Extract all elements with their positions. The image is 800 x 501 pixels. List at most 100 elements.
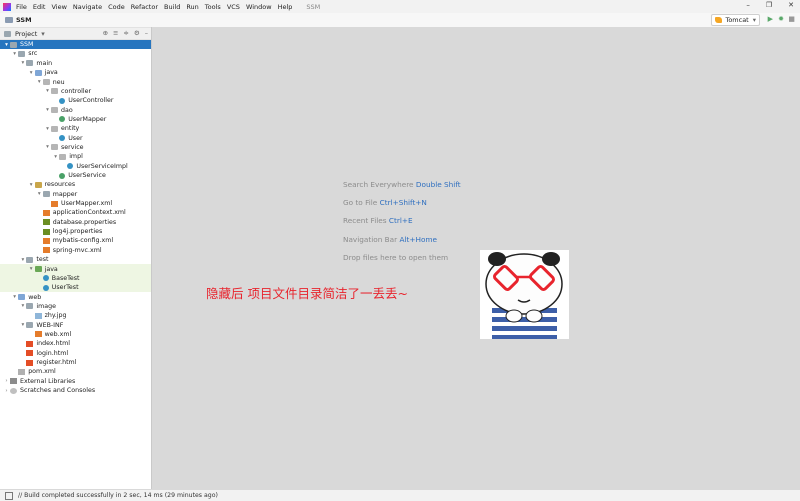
menu-tools[interactable]: Tools xyxy=(205,3,221,11)
tree-node[interactable]: zhy.jpg xyxy=(0,311,151,320)
tree-node-label: database.properties xyxy=(52,218,117,226)
menu-build[interactable]: Build xyxy=(164,3,180,11)
chevron-icon[interactable]: ▾ xyxy=(3,42,10,48)
menu-code[interactable]: Code xyxy=(108,3,125,11)
tree-node[interactable]: ▾ resources xyxy=(0,180,151,189)
chevron-icon[interactable]: ▾ xyxy=(19,257,26,263)
toggle-tool-windows-icon[interactable] xyxy=(5,491,13,500)
tree-node[interactable]: User xyxy=(0,134,151,143)
hide-icon[interactable]: – xyxy=(145,29,148,37)
tree-node[interactable]: UserController xyxy=(0,96,151,105)
tree-node[interactable]: › Scratches and Consoles xyxy=(0,386,151,395)
xml-icon xyxy=(51,200,58,207)
menu-file[interactable]: File xyxy=(16,3,27,11)
tree-node[interactable]: web.xml xyxy=(0,330,151,339)
expand-all-icon[interactable]: ≡ xyxy=(113,29,118,37)
tree-node[interactable]: ▾ dao xyxy=(0,105,151,114)
tree-node[interactable]: ▾ web xyxy=(0,292,151,301)
status-message[interactable]: // Build completed successfully in 2 sec… xyxy=(18,492,218,499)
menu-navigate[interactable]: Navigate xyxy=(73,3,102,11)
tree-node[interactable]: ▾ entity xyxy=(0,124,151,133)
pkg-icon xyxy=(59,153,67,160)
chevron-icon[interactable]: ▾ xyxy=(11,51,18,57)
tree-node-label: WEB-INF xyxy=(36,321,64,329)
stop-icon[interactable]: ■ xyxy=(788,15,795,23)
chevron-icon[interactable]: ▾ xyxy=(28,266,35,272)
chevron-icon[interactable]: ▾ xyxy=(19,322,26,328)
tree-node[interactable]: UserMapper xyxy=(0,115,151,124)
menu-edit[interactable]: Edit xyxy=(33,3,46,11)
tree-node[interactable]: ▾ service xyxy=(0,143,151,152)
collapse-all-icon[interactable]: ≑ xyxy=(123,29,128,37)
tree-node[interactable]: mybatis-config.xml xyxy=(0,236,151,245)
tree-node[interactable]: UserServiceImpl xyxy=(0,162,151,171)
tree-node[interactable]: › External Libraries xyxy=(0,377,151,386)
menu-vcs[interactable]: VCS xyxy=(227,3,240,11)
tree-node[interactable]: ▾ java xyxy=(0,264,151,274)
breadcrumb-project[interactable]: SSM xyxy=(16,16,32,24)
menu-help[interactable]: Help xyxy=(278,3,293,11)
tree-node[interactable]: BaseTest xyxy=(0,273,151,284)
chevron-icon[interactable]: › xyxy=(3,388,10,394)
tree-node-label: User xyxy=(68,134,83,142)
close-icon[interactable]: ✕ xyxy=(788,1,794,9)
chevron-icon[interactable]: ▾ xyxy=(44,126,51,132)
tree-node[interactable]: log4j.properties xyxy=(0,227,151,236)
tree-node[interactable]: applicationContext.xml xyxy=(0,208,151,217)
maximize-icon[interactable]: ❐ xyxy=(766,1,772,9)
run-configuration-selector[interactable]: Tomcat ▾ xyxy=(711,14,760,26)
minimize-icon[interactable]: – xyxy=(746,1,750,9)
chevron-icon[interactable]: ▾ xyxy=(11,294,18,300)
chevron-icon[interactable]: ▾ xyxy=(19,303,26,309)
tree-node[interactable]: ▾ src xyxy=(0,49,151,58)
menu-view[interactable]: View xyxy=(51,3,66,11)
menu-run[interactable]: Run xyxy=(186,3,198,11)
menu-window[interactable]: Window xyxy=(246,3,272,11)
chevron-icon[interactable]: › xyxy=(3,378,10,384)
gear-icon[interactable]: ⚙ xyxy=(134,29,140,37)
chevron-down-icon: ▾ xyxy=(752,16,756,24)
tree-node[interactable]: ▾ neu xyxy=(0,77,151,86)
chevron-icon[interactable]: ▾ xyxy=(28,70,35,76)
toolwindow-title[interactable]: Project xyxy=(15,30,37,38)
tree-node-label: UserServiceImpl xyxy=(76,162,128,170)
tree-node[interactable]: index.html xyxy=(0,339,151,348)
tree-node[interactable]: database.properties xyxy=(0,218,151,227)
tree-node-label: main xyxy=(36,59,53,67)
tree-node[interactable]: ▾ java xyxy=(0,68,151,77)
chevron-icon[interactable]: ▾ xyxy=(28,182,35,188)
tree-node[interactable]: register.html xyxy=(0,358,151,367)
tree-node[interactable]: ▾ main xyxy=(0,59,151,68)
tree-node[interactable]: ▾ mapper xyxy=(0,190,151,199)
chevron-icon[interactable]: ▾ xyxy=(36,79,43,85)
tree-node-label: test xyxy=(36,256,49,264)
tree-node[interactable]: UserTest xyxy=(0,283,151,293)
chevron-icon[interactable]: ▾ xyxy=(44,107,51,113)
run-icon[interactable]: ▶ xyxy=(768,15,773,23)
tree-node[interactable]: ▾ WEB-INF xyxy=(0,321,151,330)
tree-node[interactable]: ▾ controller xyxy=(0,87,151,96)
debug-icon[interactable]: ✹ xyxy=(778,15,784,23)
tree-node-label: log4j.properties xyxy=(52,228,103,236)
folder-icon xyxy=(34,181,42,188)
tree-node[interactable]: ▾ impl xyxy=(0,152,151,161)
xml-icon xyxy=(34,331,42,338)
tree-node[interactable]: login.html xyxy=(0,349,151,358)
chevron-icon[interactable]: ▾ xyxy=(19,60,26,66)
pkg-icon xyxy=(51,144,58,151)
chevron-icon[interactable]: ▾ xyxy=(44,144,51,150)
tree-node[interactable]: ▾ image xyxy=(0,302,151,311)
tree-node[interactable]: UserService xyxy=(0,171,151,180)
tree-node-label: web xyxy=(28,293,42,301)
chevron-icon[interactable]: ▾ xyxy=(52,154,59,160)
chevron-icon[interactable]: ▾ xyxy=(36,191,43,197)
chevron-down-icon[interactable]: ▾ xyxy=(41,30,45,38)
tree-node[interactable]: ▾ SSM xyxy=(0,40,151,50)
tree-node[interactable]: ▾ test xyxy=(0,255,151,264)
tree-node[interactable]: spring-mvc.xml xyxy=(0,246,151,255)
tree-node[interactable]: pom.xml xyxy=(0,367,151,376)
tree-node[interactable]: UserMapper.xml xyxy=(0,199,151,208)
menu-refactor[interactable]: Refactor xyxy=(131,3,158,11)
chevron-icon[interactable]: ▾ xyxy=(44,88,51,94)
locate-icon[interactable]: ⊕ xyxy=(103,29,108,37)
